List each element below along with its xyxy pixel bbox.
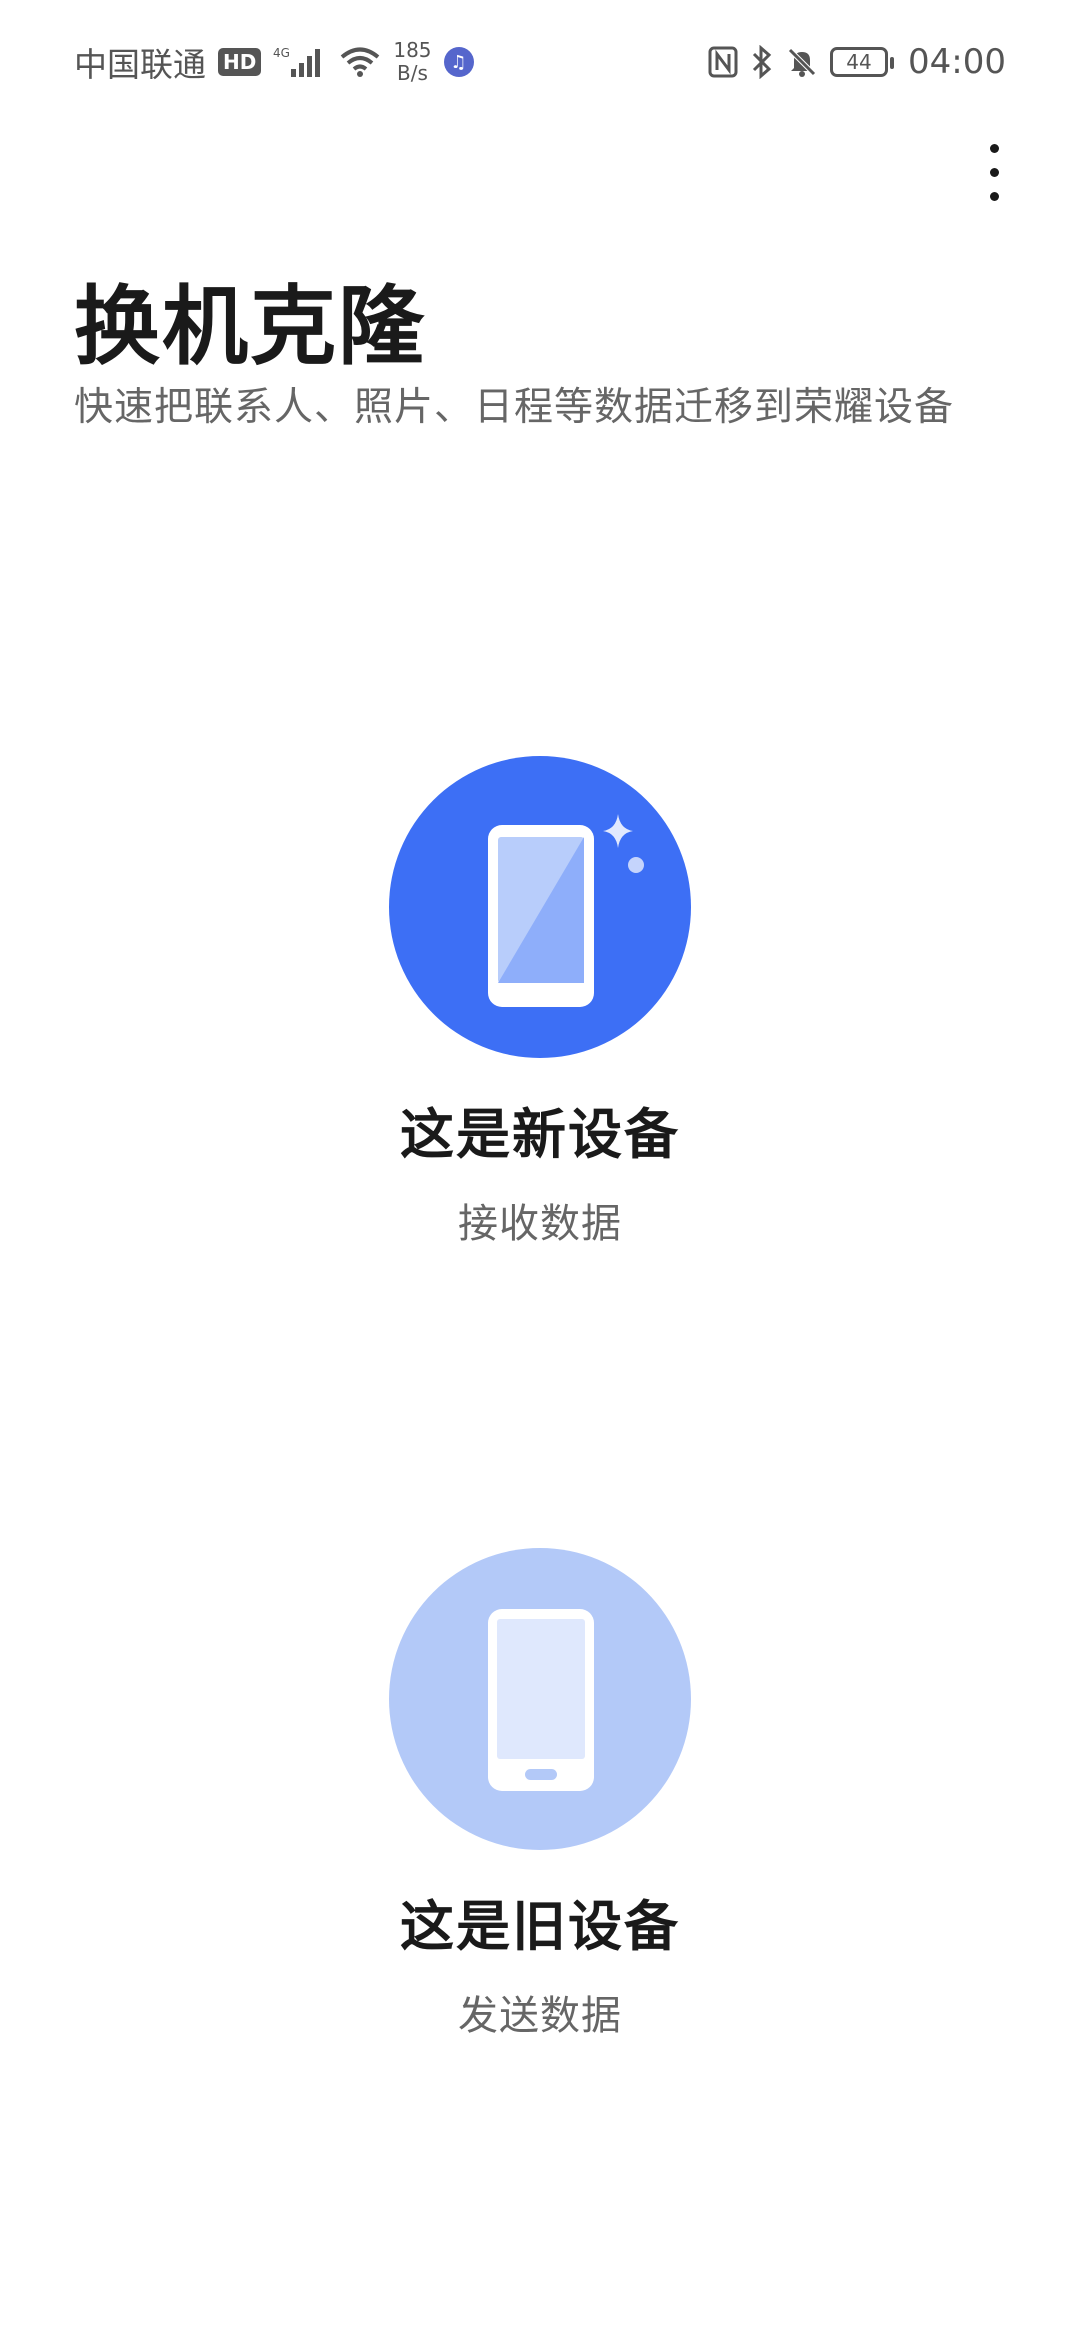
music-icon: ♫ <box>443 47 474 77</box>
old-phone-icon <box>488 1609 594 1791</box>
phone-clone-screen: 中国联通 HD 4G 185 B/s ♫ 44 04:00 换机克隆 快速把联系… <box>0 0 1080 2340</box>
page-title: 换机克隆 <box>74 277 426 377</box>
old-device-title: 这是旧设备 <box>400 1895 680 1958</box>
more-vertical-icon-dot <box>989 191 999 201</box>
network-speed: 185 B/s <box>393 39 431 85</box>
nfc-icon <box>708 46 738 78</box>
svg-text:4G: 4G <box>273 46 290 60</box>
more-vertical-icon-dot <box>989 167 999 177</box>
page-subtitle: 快速把联系人、照片、日程等数据迁移到荣耀设备 <box>74 385 955 430</box>
new-device-title: 这是新设备 <box>400 1103 680 1166</box>
new-device-subtitle: 接收数据 <box>458 1201 622 1247</box>
old-device-icon-circle[interactable] <box>389 1548 691 1850</box>
signal-icon: 4G <box>273 45 327 79</box>
hd-badge: HD <box>218 48 262 76</box>
more-options-button[interactable] <box>966 132 1022 212</box>
status-bar: 中国联通 HD 4G 185 B/s ♫ 44 04:00 <box>0 0 1080 124</box>
status-time: 04:00 <box>908 42 1006 82</box>
carrier-name: 中国联通 <box>74 45 206 84</box>
new-device-icon-circle[interactable] <box>389 756 691 1058</box>
new-device-option[interactable]: 这是新设备 接收数据 <box>340 756 740 1249</box>
battery-indicator: 44 <box>830 47 895 77</box>
new-phone-sparkle-icon <box>488 814 644 1007</box>
network-speed-value: 185 <box>393 38 432 62</box>
status-bar-left: 中国联通 HD 4G 185 B/s ♫ <box>74 38 474 86</box>
bell-mute-icon <box>786 46 818 78</box>
old-device-option[interactable]: 这是旧设备 发送数据 <box>340 1548 740 2041</box>
old-device-subtitle: 发送数据 <box>458 1993 622 2039</box>
wifi-icon <box>339 46 381 78</box>
bluetooth-icon <box>750 45 774 79</box>
more-vertical-icon <box>989 143 999 153</box>
status-bar-right: 44 04:00 <box>708 42 1006 82</box>
network-speed-unit: B/s <box>396 61 428 85</box>
